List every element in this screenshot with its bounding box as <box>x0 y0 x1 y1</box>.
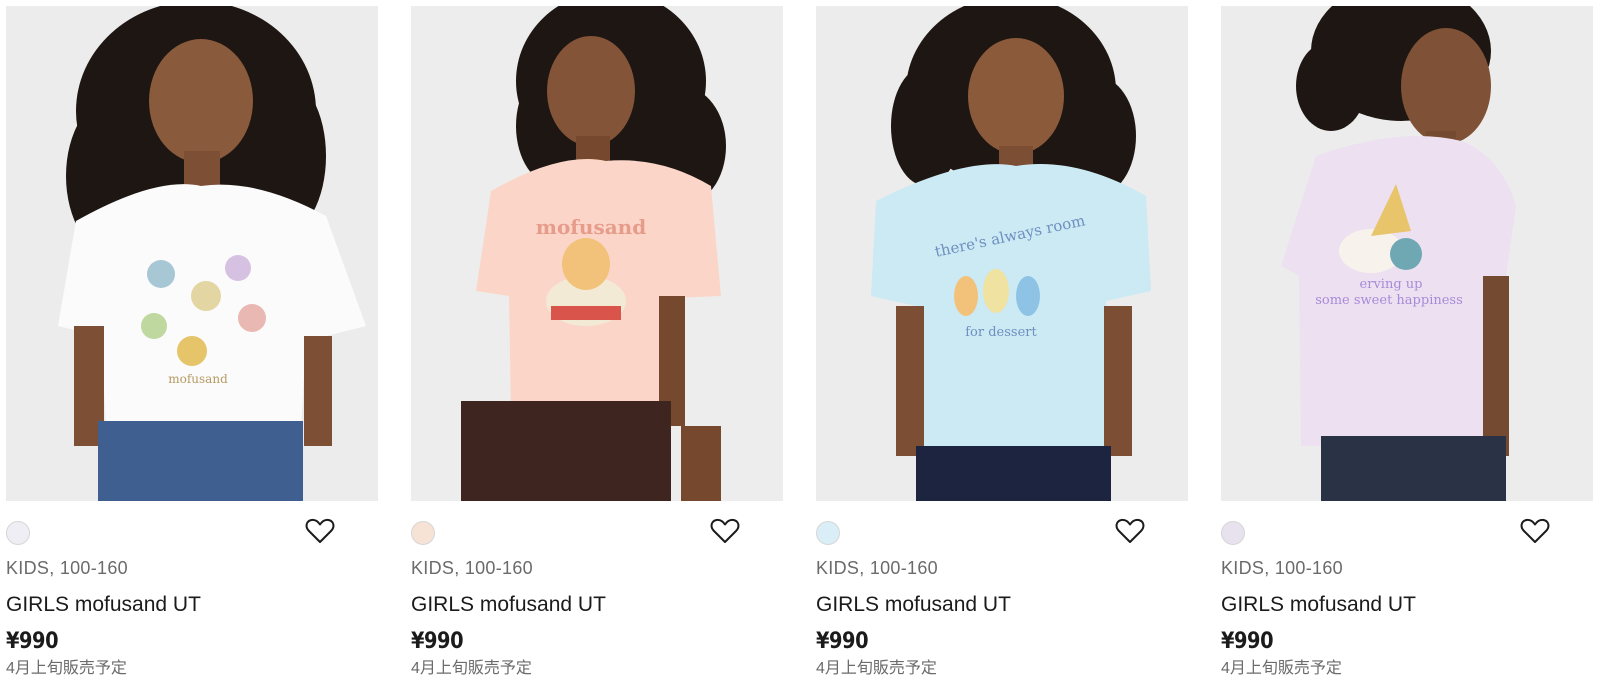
product-category: KIDS, 100-160 <box>1221 558 1343 578</box>
product-name[interactable]: GIRLS mofusand UT <box>1221 587 1593 623</box>
product-name[interactable]: GIRLS mofusand UT <box>6 587 378 623</box>
shirt-print-subtext: for dessert <box>965 325 1037 340</box>
product-image[interactable]: mofusand <box>6 6 378 501</box>
heart-icon <box>710 518 740 543</box>
product-photo: erving up some sweet happiness <box>1221 6 1593 501</box>
favorite-button[interactable] <box>1115 517 1145 545</box>
favorite-button[interactable] <box>710 517 740 545</box>
product-category: KIDS, 100-160 <box>816 558 938 578</box>
availability-note: 4月上旬販売予定 <box>816 660 937 677</box>
product-meta-row <box>411 501 783 553</box>
heart-icon <box>1115 518 1145 543</box>
product-card[interactable]: mofusand KIDS, 100-160 GIRLS mofusand UT… <box>411 6 783 681</box>
color-swatch[interactable] <box>411 521 435 545</box>
product-meta-row <box>6 501 378 553</box>
color-swatch[interactable] <box>1221 521 1245 545</box>
shirt-print-subtext: some sweet happiness <box>1315 293 1463 308</box>
heart-icon <box>305 518 335 543</box>
product-meta-row <box>816 501 1188 553</box>
product-image[interactable]: mofusand <box>411 6 783 501</box>
product-category: KIDS, 100-160 <box>6 558 128 578</box>
product-price: ¥990 <box>1221 629 1274 654</box>
product-card[interactable]: mofusand KIDS, 100-160 GIRLS mofusand UT… <box>6 6 378 681</box>
availability-note: 4月上旬販売予定 <box>1221 660 1342 677</box>
product-grid: mofusand KIDS, 100-160 GIRLS mofusand UT… <box>6 6 1593 681</box>
availability-note: 4月上旬販売予定 <box>6 660 127 677</box>
product-card[interactable]: there's always room for dessert KIDS, 10… <box>816 6 1188 681</box>
product-image[interactable]: there's always room for dessert <box>816 6 1188 501</box>
product-photo: mofusand <box>411 6 783 501</box>
shirt-print-text: mofusand <box>536 215 646 239</box>
shirt-print-text: mofusand <box>168 372 228 386</box>
product-photo: mofusand <box>6 6 378 501</box>
product-meta-row <box>1221 501 1593 553</box>
product-category: KIDS, 100-160 <box>411 558 533 578</box>
product-name[interactable]: GIRLS mofusand UT <box>411 587 783 623</box>
heart-icon <box>1520 518 1550 543</box>
product-photo: there's always room for dessert <box>816 6 1188 501</box>
favorite-button[interactable] <box>305 517 335 545</box>
product-name[interactable]: GIRLS mofusand UT <box>816 587 1188 623</box>
product-card[interactable]: erving up some sweet happiness KIDS, 100… <box>1221 6 1593 681</box>
product-image[interactable]: erving up some sweet happiness <box>1221 6 1593 501</box>
color-swatch[interactable] <box>6 521 30 545</box>
product-price: ¥990 <box>6 629 59 654</box>
product-price: ¥990 <box>816 629 869 654</box>
favorite-button[interactable] <box>1520 517 1550 545</box>
shirt-print-text: erving up <box>1360 277 1423 292</box>
color-swatch[interactable] <box>816 521 840 545</box>
product-price: ¥990 <box>411 629 464 654</box>
availability-note: 4月上旬販売予定 <box>411 660 532 677</box>
